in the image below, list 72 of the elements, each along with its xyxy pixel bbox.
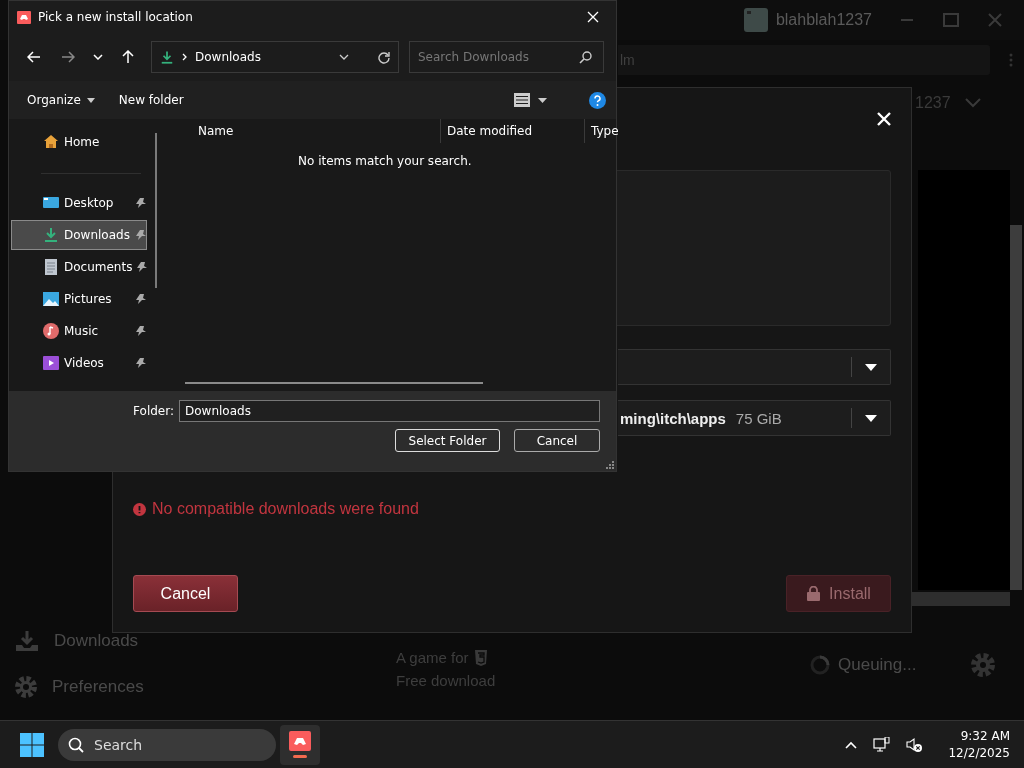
install-location-dropdown[interactable]: ming\itch\apps 75 GiB xyxy=(618,400,891,436)
free-space: 75 GiB xyxy=(735,409,782,427)
cancel-button[interactable]: Cancel xyxy=(133,575,238,612)
clock[interactable]: 9:32 AM 12/2/2025 xyxy=(948,727,1010,762)
download-icon xyxy=(160,49,174,65)
caret-icon[interactable] xyxy=(538,97,547,103)
sidebar-item[interactable]: Downloads xyxy=(11,220,147,250)
select-folder-button[interactable]: Select Folder xyxy=(395,429,500,452)
error-message: No compatible downloads were found xyxy=(152,500,419,518)
chevron-down-icon xyxy=(93,54,103,60)
column-header[interactable]: Type xyxy=(584,119,619,143)
new-folder-button[interactable]: New folder xyxy=(110,89,192,111)
organize-menu[interactable]: Organize xyxy=(19,89,103,111)
sidebar-item[interactable]: Pictures xyxy=(11,284,147,314)
app-logo-icon xyxy=(17,10,31,24)
scrollbar[interactable] xyxy=(155,133,157,288)
app-logo-icon xyxy=(289,731,311,751)
spinner-icon xyxy=(810,655,830,675)
resize-grip-icon[interactable] xyxy=(606,461,614,469)
arrow-up-icon xyxy=(122,50,134,64)
search-field[interactable]: Search xyxy=(58,728,276,761)
sidebar-item[interactable]: Documents xyxy=(11,252,147,282)
download-status: Queuing... xyxy=(838,655,917,675)
taskbar-app[interactable] xyxy=(280,724,320,765)
sidebar-item[interactable]: Videos xyxy=(11,348,147,378)
sidebar-item[interactable]: Desktop xyxy=(11,188,147,218)
scrollbar[interactable] xyxy=(185,382,483,384)
html5-icon xyxy=(474,649,487,666)
lock-icon xyxy=(806,586,822,601)
chevron-up-icon[interactable] xyxy=(845,740,858,749)
refresh-icon[interactable] xyxy=(377,50,390,64)
home-icon xyxy=(43,134,59,150)
volume-muted-icon[interactable] xyxy=(906,736,923,753)
search-icon xyxy=(579,51,592,64)
document-icon xyxy=(43,259,59,275)
empty-message: No items match your search. xyxy=(298,154,472,168)
download-icon xyxy=(14,629,40,653)
music-icon xyxy=(43,323,59,339)
desktop-icon xyxy=(43,195,59,211)
start-icon[interactable] xyxy=(20,732,44,757)
scrollbar[interactable] xyxy=(1010,225,1022,590)
caret-icon xyxy=(86,97,95,103)
network-icon[interactable] xyxy=(873,736,891,753)
window-title: Pick a new install location xyxy=(38,10,194,24)
close-icon xyxy=(877,111,891,126)
address-bar[interactable]: Downloads xyxy=(151,41,399,73)
close-icon xyxy=(587,11,599,23)
arrow-left-icon xyxy=(27,51,41,63)
caret-icon xyxy=(865,414,877,422)
download-icon xyxy=(43,227,59,243)
location-path: ming\itch\apps xyxy=(620,409,726,427)
column-header[interactable]: Name xyxy=(166,119,440,143)
cancel-button[interactable]: Cancel xyxy=(514,429,600,452)
error-icon xyxy=(133,502,146,516)
view-list-icon[interactable] xyxy=(514,93,530,107)
video-icon xyxy=(43,355,59,371)
caret-icon xyxy=(865,363,877,371)
help-icon[interactable] xyxy=(589,91,606,109)
search-icon xyxy=(68,736,84,753)
scrollbar[interactable] xyxy=(912,592,1010,606)
arrow-right-icon xyxy=(61,51,75,63)
chevron-right-icon xyxy=(182,53,187,61)
field-label: Folder: xyxy=(133,404,174,418)
search-field[interactable]: Search Downloads xyxy=(409,41,604,73)
username: blahblah1237 xyxy=(775,11,872,29)
column-header[interactable]: Date modified xyxy=(440,119,584,143)
gear-icon xyxy=(14,675,38,699)
sidebar-item[interactable]: Home xyxy=(11,127,147,157)
picture-icon xyxy=(43,291,59,307)
folder-field[interactable]: Downloads xyxy=(179,400,600,422)
avatar-icon xyxy=(743,8,768,32)
sidebar-item[interactable]: Music xyxy=(11,316,147,346)
